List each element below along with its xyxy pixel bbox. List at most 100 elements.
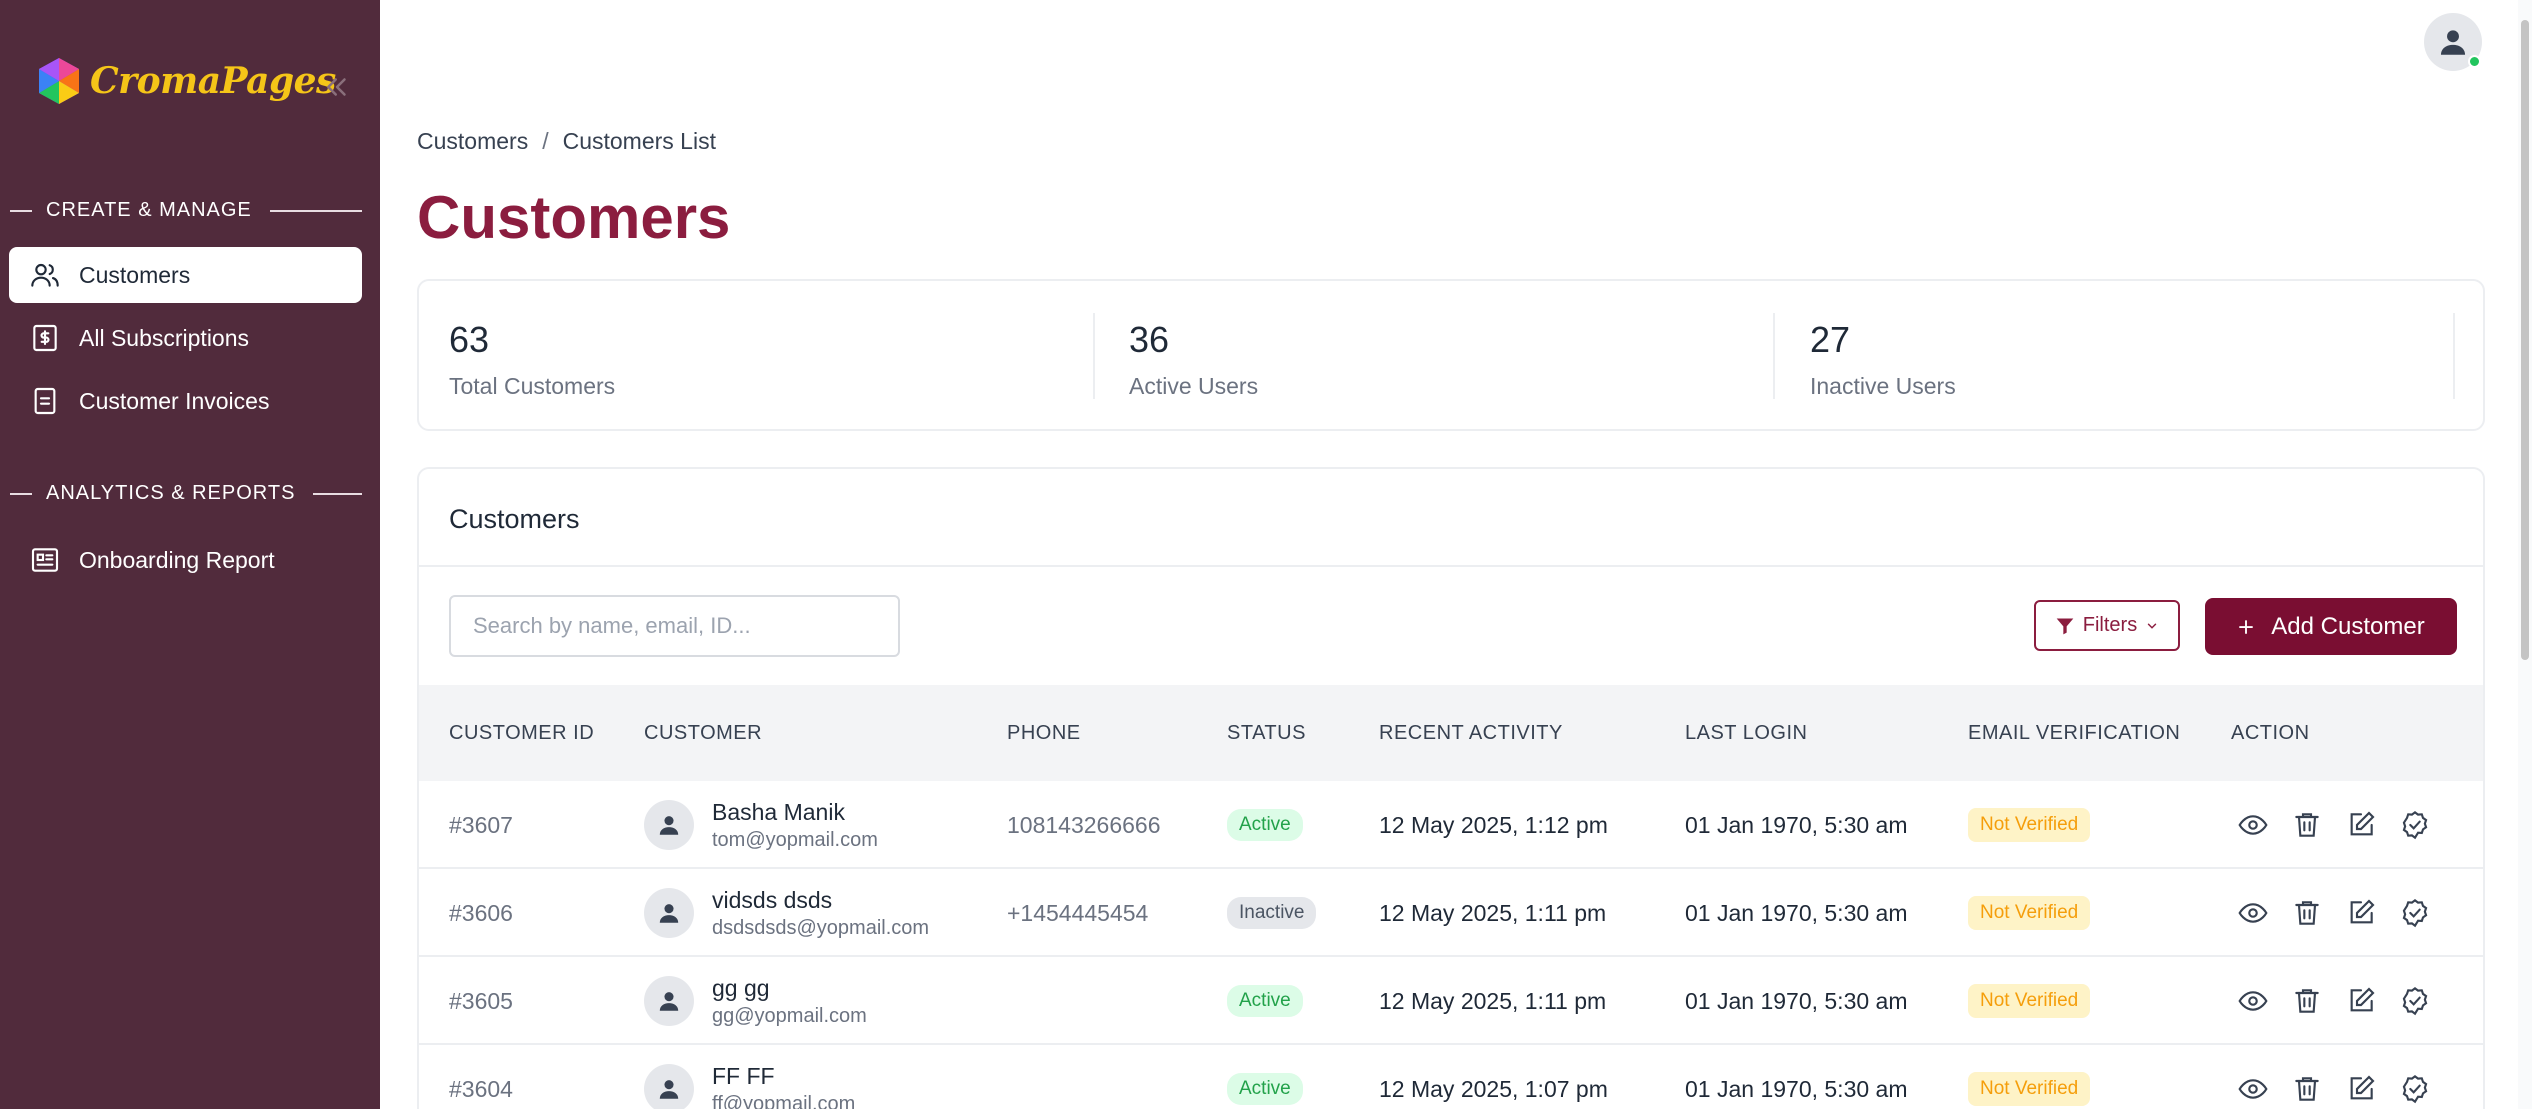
- customer-id[interactable]: #3605: [449, 957, 513, 1045]
- view-eye-icon[interactable]: [2237, 1073, 2269, 1105]
- user-icon: [659, 1080, 679, 1099]
- status-cell: Inactive: [1227, 869, 1317, 957]
- verify-check-badge-icon[interactable]: [2399, 809, 2431, 841]
- verification-cell: Not Verified: [1968, 957, 2091, 1045]
- stat-label: Total Customers: [449, 373, 616, 399]
- delete-trash-icon[interactable]: [2291, 809, 2323, 841]
- stat-divider: [2453, 313, 2455, 399]
- edit-icon[interactable]: [2345, 897, 2377, 929]
- cromapages-logo-icon: [39, 58, 79, 104]
- filter-icon: [2056, 618, 2074, 634]
- collapse-sidebar-icon[interactable]: [322, 72, 352, 102]
- customer-name[interactable]: vidsds dsds: [712, 885, 929, 915]
- user-icon: [659, 992, 679, 1011]
- phone: 108143266666: [1007, 811, 1161, 838]
- stat-label: Active Users: [1129, 373, 1259, 399]
- verify-check-badge-icon[interactable]: [2399, 897, 2431, 929]
- breadcrumb-parent[interactable]: Customers: [417, 128, 528, 155]
- action-cell: [2237, 869, 2431, 957]
- stat-value: 27: [1810, 319, 1851, 360]
- user-avatar[interactable]: [2424, 13, 2482, 71]
- customer-cell: vidsds dsds dsdsdsds@yopmail.com: [644, 869, 929, 957]
- stat-value: 63: [449, 319, 490, 360]
- sidebar-item-label: Customers: [79, 261, 191, 288]
- breadcrumb: Customers / Customers List: [417, 128, 716, 155]
- sidebar-item-customers[interactable]: Customers: [9, 247, 362, 303]
- action-cell: [2237, 781, 2431, 869]
- view-eye-icon[interactable]: [2237, 897, 2269, 929]
- customer-email: gg@yopmail.com: [712, 1005, 867, 1027]
- customer-cell: FF FF ff@yopmail.com: [644, 1045, 855, 1109]
- customer-id[interactable]: #3606: [449, 869, 513, 957]
- sidebar-item-onboarding-report[interactable]: Onboarding Report: [9, 532, 362, 588]
- status-badge: Inactive: [1227, 897, 1317, 929]
- filters-button[interactable]: Filters: [2034, 600, 2180, 651]
- view-eye-icon[interactable]: [2237, 985, 2269, 1017]
- user-icon: [659, 816, 679, 835]
- divider: [419, 565, 2483, 567]
- status-badge: Active: [1227, 985, 1303, 1017]
- table-row[interactable]: #3605 gg gg gg@yopmail.com Active 12 May …: [419, 957, 2483, 1045]
- add-customer-button[interactable]: Add Customer: [2205, 598, 2457, 655]
- column-header[interactable]: RECENT ACTIVITY: [1379, 722, 1563, 745]
- last-login: 01 Jan 1970, 5:30 am: [1685, 811, 1908, 838]
- column-header[interactable]: CUSTOMER: [644, 722, 762, 745]
- customer-id[interactable]: #3607: [449, 781, 513, 869]
- customer-cell: gg gg gg@yopmail.com: [644, 957, 867, 1045]
- status-badge: Active: [1227, 809, 1303, 841]
- page-scrollbar[interactable]: [2518, 0, 2532, 1109]
- delete-trash-icon[interactable]: [2291, 1073, 2323, 1105]
- verification-badge: Not Verified: [1968, 984, 2091, 1018]
- verification-cell: Not Verified: [1968, 869, 2091, 957]
- section-label: CREATE & MANAGE: [46, 199, 252, 221]
- column-header[interactable]: LAST LOGIN: [1685, 722, 1807, 745]
- edit-icon[interactable]: [2345, 1073, 2377, 1105]
- table-row[interactable]: #3604 FF FF ff@yopmail.com Active 12 May …: [419, 1045, 2483, 1109]
- delete-trash-icon[interactable]: [2291, 897, 2323, 929]
- stat-divider: [1093, 313, 1095, 399]
- recent-activity: 12 May 2025, 1:12 pm: [1379, 811, 1608, 838]
- edit-icon[interactable]: [2345, 985, 2377, 1017]
- verify-check-badge-icon[interactable]: [2399, 985, 2431, 1017]
- column-header[interactable]: CUSTOMER ID: [449, 722, 594, 745]
- column-header[interactable]: PHONE: [1007, 722, 1081, 745]
- scrollbar-thumb[interactable]: [2521, 20, 2529, 660]
- stat-value: 36: [1129, 319, 1170, 360]
- customer-name[interactable]: gg gg: [712, 973, 867, 1003]
- search-input[interactable]: [449, 595, 900, 657]
- status-cell: Active: [1227, 957, 1303, 1045]
- sidebar: CromaPages CREATE & MANAGE Customers All…: [0, 0, 380, 1109]
- edit-icon[interactable]: [2345, 809, 2377, 841]
- delete-trash-icon[interactable]: [2291, 985, 2323, 1017]
- users-icon: [31, 263, 59, 287]
- document-icon: [34, 387, 56, 415]
- recent-activity: 12 May 2025, 1:11 pm: [1379, 899, 1607, 926]
- view-eye-icon[interactable]: [2237, 809, 2269, 841]
- customer-email: ff@yopmail.com: [712, 1093, 856, 1109]
- avatar: [644, 976, 694, 1026]
- column-header[interactable]: ACTION: [2231, 722, 2310, 745]
- column-header[interactable]: EMAIL VERIFICATION: [1968, 722, 2180, 745]
- sidebar-item-all-subscriptions[interactable]: All Subscriptions: [9, 310, 362, 366]
- table-header: CUSTOMER ID CUSTOMER PHONE STATUS RECENT…: [419, 685, 2483, 781]
- action-cell: [2237, 957, 2431, 1045]
- breadcrumb-current: Customers List: [562, 128, 716, 154]
- user-icon: [2440, 30, 2466, 55]
- section-create-manage: CREATE & MANAGE: [10, 199, 362, 222]
- recent-activity: 12 May 2025, 1:07 pm: [1379, 1075, 1608, 1102]
- customer-id[interactable]: #3604: [449, 1045, 513, 1109]
- user-icon: [659, 904, 679, 923]
- verify-check-badge-icon[interactable]: [2399, 1073, 2431, 1105]
- sidebar-item-customer-invoices[interactable]: Customer Invoices: [9, 373, 362, 429]
- column-header[interactable]: STATUS: [1227, 722, 1306, 745]
- customer-name[interactable]: FF FF: [712, 1061, 855, 1091]
- verification-badge: Not Verified: [1968, 808, 2091, 842]
- plus-icon: [2239, 619, 2254, 634]
- status-cell: Active: [1227, 1045, 1303, 1109]
- card-title: Customers: [449, 504, 580, 534]
- recent-activity: 12 May 2025, 1:11 pm: [1379, 987, 1607, 1014]
- brand[interactable]: CromaPages: [36, 56, 336, 106]
- table-row[interactable]: #3607 Basha Manik tom@yopmail.com 1081432…: [419, 781, 2483, 869]
- customer-name[interactable]: Basha Manik: [712, 797, 878, 827]
- table-row[interactable]: #3606 vidsds dsds dsdsdsds@yopmail.com +1…: [419, 869, 2483, 957]
